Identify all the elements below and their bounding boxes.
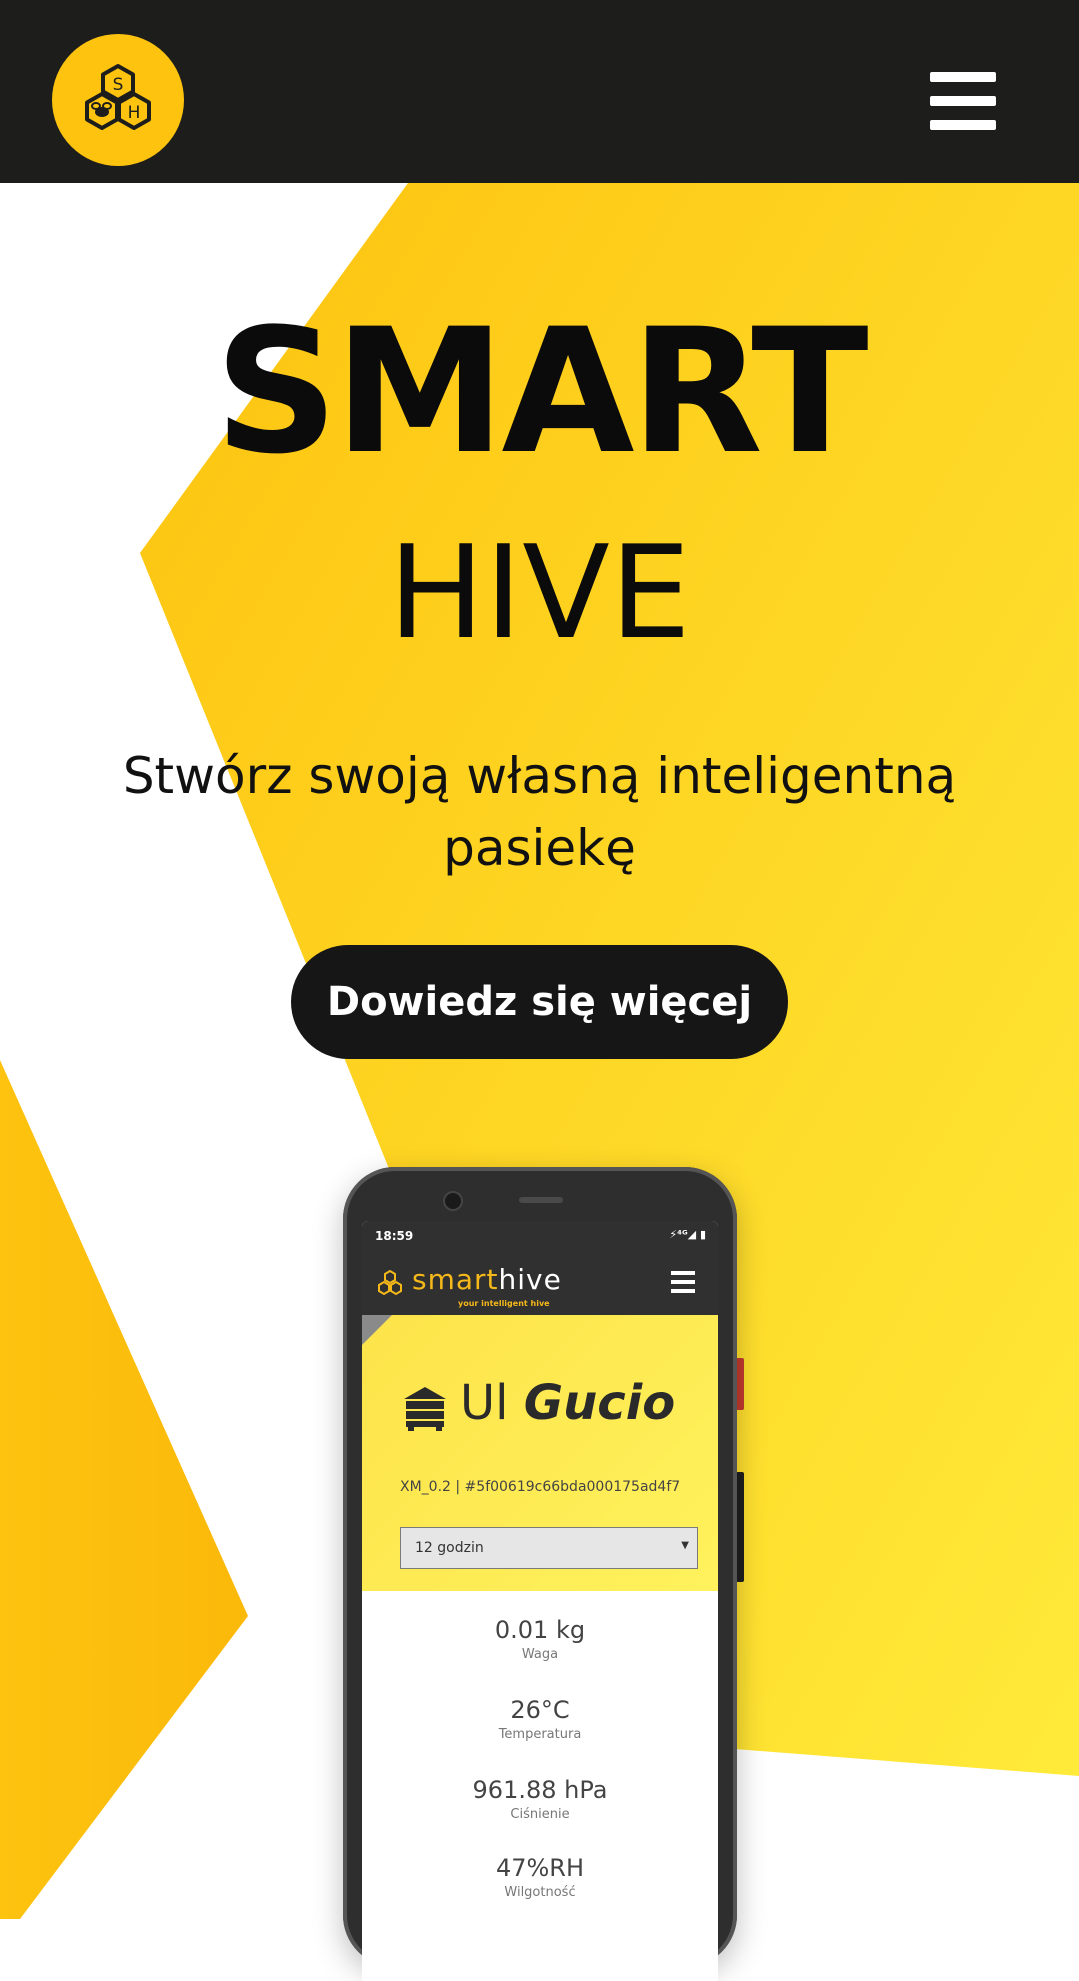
app-header: smarthive your intelligent hive	[362, 1251, 718, 1315]
phone-speaker	[519, 1197, 563, 1203]
corner-decoration	[362, 1315, 392, 1345]
metric-value: 47%RH	[495, 1854, 585, 1882]
app-tagline: your intelligent hive	[458, 1299, 550, 1308]
hive-title: Ul Gucio	[460, 1375, 675, 1431]
app-menu-button[interactable]	[671, 1271, 695, 1293]
svg-text:S: S	[113, 75, 124, 95]
phone-mockup: 18:59 ⚡⁴ᴳ◢ ▮ smarthive your intelligent …	[343, 1167, 737, 1981]
metric-label: Temperatura	[498, 1727, 582, 1742]
metric-value: 961.88 hPa	[472, 1776, 608, 1804]
learn-more-button[interactable]: Dowiedz się więcej	[291, 945, 788, 1059]
honeycomb-logo-icon: S H	[85, 64, 151, 130]
metric-temperature: 26°C Temperatura	[362, 1695, 718, 1745]
hamburger-menu-button[interactable]	[930, 70, 996, 132]
smarthive-logo[interactable]: S H	[52, 34, 184, 166]
metric-humidity: 47%RH Wilgotność	[362, 1853, 718, 1903]
app-brand: smarthive	[412, 1263, 562, 1296]
phone-screen: 18:59 ⚡⁴ᴳ◢ ▮ smarthive your intelligent …	[362, 1221, 718, 1981]
hero-tagline: Stwórz swoją własną inteligentną pasiekę	[122, 747, 957, 877]
metric-label: Waga	[521, 1647, 559, 1662]
phone-status-bar: 18:59 ⚡⁴ᴳ◢ ▮	[362, 1221, 718, 1251]
hero-title: SMART	[214, 291, 868, 492]
status-icons: ⚡⁴ᴳ◢ ▮	[669, 1228, 706, 1241]
hive-name: Gucio	[523, 1375, 676, 1431]
app-brand-rest: hive	[498, 1263, 562, 1296]
time-range-value: 12 godzin	[415, 1540, 484, 1556]
svg-text:H: H	[128, 103, 141, 123]
top-navigation-bar: S H	[0, 0, 1079, 183]
honeycomb-icon	[378, 1270, 402, 1296]
time-range-select[interactable]: 12 godzin ▼	[400, 1527, 698, 1569]
phone-camera	[443, 1191, 463, 1211]
app-brand-accent: smart	[412, 1263, 499, 1296]
metric-value: 26°C	[510, 1696, 570, 1724]
metric-pressure: 961.88 hPa Ciśnienie	[362, 1775, 718, 1825]
metric-label: Wilgotność	[504, 1885, 576, 1900]
metric-label: Ciśnienie	[510, 1807, 570, 1822]
device-id: XM_0.2 | #5f00619c66bda000175ad4f7	[400, 1479, 681, 1495]
metric-weight: 0.01 kg Waga	[362, 1615, 718, 1665]
status-time: 18:59	[375, 1229, 414, 1243]
dropdown-arrow-icon: ▼	[681, 1540, 689, 1551]
phone-side-button	[736, 1472, 744, 1582]
hive-summary-panel: Ul Gucio XM_0.2 | #5f00619c66bda000175ad…	[362, 1315, 718, 1591]
hive-prefix: Ul	[460, 1375, 509, 1431]
beehive-icon	[404, 1387, 446, 1431]
metric-value: 0.01 kg	[494, 1616, 586, 1644]
hero-subtitle: HIVE	[388, 519, 691, 668]
phone-side-button-red	[736, 1358, 744, 1410]
